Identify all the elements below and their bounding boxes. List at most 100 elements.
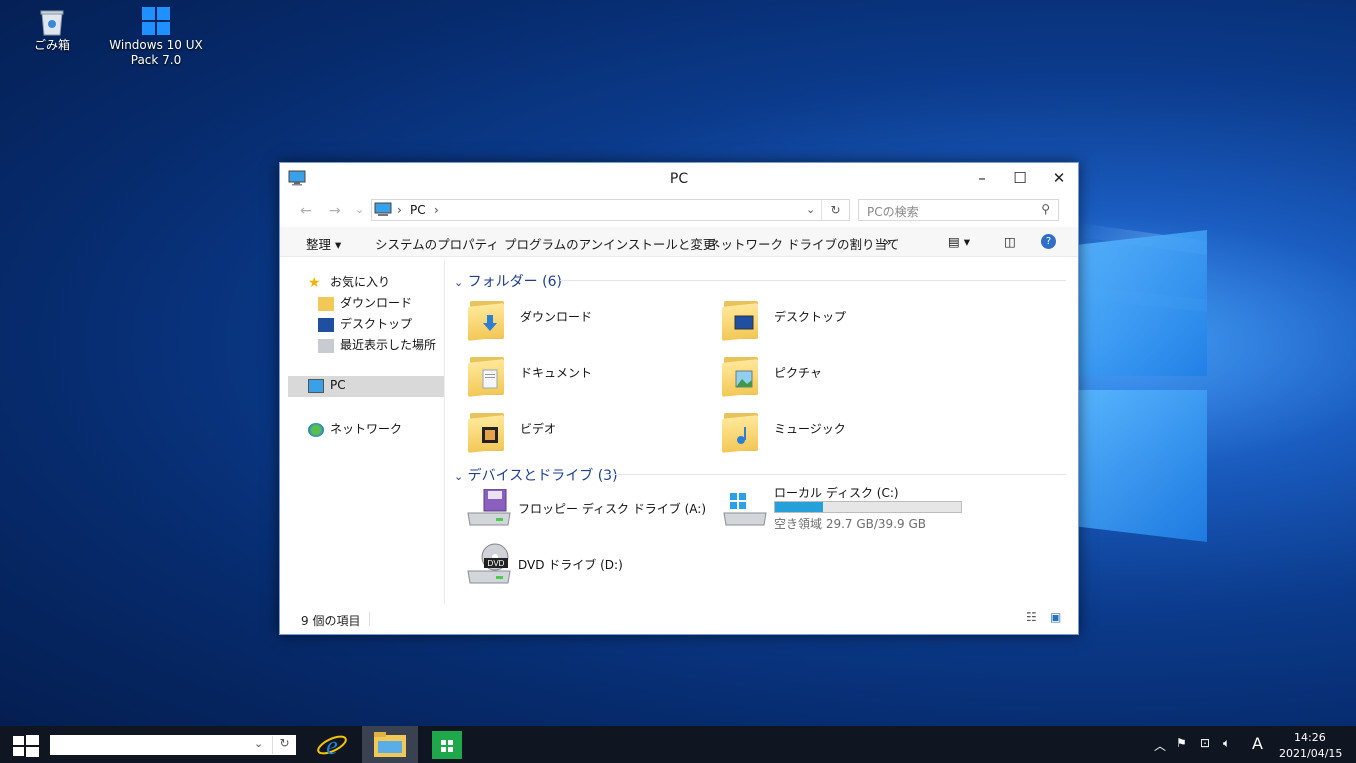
command-bar: 整理 ▾ システムのプロパティ プログラムのアンインストールと変更 ネットワーク… — [280, 227, 1078, 257]
uninstall-program-button[interactable]: プログラムのアンインストールと変更 — [504, 234, 715, 253]
internet-explorer-icon[interactable]: e — [315, 728, 349, 761]
drive-floppy-label: フロッピー ディスク ドライブ (A:) — [518, 502, 707, 516]
drive-dvd-label: DVD ドライブ (D:) — [518, 558, 623, 572]
folders-group-header[interactable]: ⌄ フォルダー (6) — [454, 271, 562, 291]
search-icon: ⚲ — [1041, 202, 1050, 216]
volume-icon[interactable]: 🔈︎ — [1223, 736, 1230, 751]
more-commands-button[interactable]: » — [884, 234, 892, 249]
folder-pictures-label: ピクチャ — [774, 366, 822, 380]
minimize-button[interactable]: – — [964, 167, 1000, 189]
forward-button[interactable]: → — [329, 203, 341, 219]
drive-local-c[interactable]: ローカル ディスク (C:) 空き領域 29.7 GB/39.9 GB — [722, 485, 972, 533]
folder-documents-label: ドキュメント — [520, 366, 593, 380]
start-button[interactable] — [13, 735, 39, 760]
address-separator-2[interactable]: › — [434, 203, 439, 217]
drives-group-header[interactable]: ⌄ デバイスとドライブ (3) — [454, 465, 618, 485]
details-view-icon[interactable]: ☷ — [1026, 610, 1037, 624]
drive-free-space: 空き領域 29.7 GB/39.9 GB — [774, 517, 926, 531]
help-icon[interactable]: ? — [1041, 234, 1056, 249]
nav-pc[interactable]: PC — [308, 378, 346, 398]
recent-places-icon — [318, 338, 334, 353]
nav-downloads[interactable]: ダウンロード — [318, 294, 412, 314]
windows-logo-icon — [141, 6, 171, 36]
action-center-flag-icon[interactable]: ⚑ — [1176, 736, 1187, 750]
status-divider — [369, 612, 370, 626]
music-folder-icon — [722, 407, 762, 453]
clock-time[interactable]: 14:26 — [1294, 731, 1326, 744]
clock-date[interactable]: 2021/04/15 — [1279, 747, 1342, 760]
folders-group-divider — [560, 280, 1066, 281]
floppy-drive-icon — [467, 489, 511, 526]
nav-network[interactable]: ネットワーク — [308, 420, 402, 440]
desktop-folder-icon — [722, 295, 762, 341]
recycle-bin-icon — [39, 8, 65, 36]
drive-local-label: ローカル ディスク (C:) — [774, 486, 899, 500]
folder-music[interactable]: ミュージック — [722, 405, 952, 453]
organize-menu[interactable]: 整理 ▾ — [306, 234, 341, 253]
status-bar: 9 個の項目 ☷ ▣ — [280, 602, 1078, 634]
ime-indicator[interactable]: A — [1252, 734, 1263, 753]
drive-usage-fill — [775, 502, 823, 512]
close-button[interactable]: ✕ — [1041, 167, 1077, 189]
win10ux-label-line2: Pack 7.0 — [130, 53, 182, 67]
drive-floppy[interactable]: フロッピー ディスク ドライブ (A:) — [466, 485, 706, 533]
search-input[interactable]: PCの検索 ⚲ — [858, 199, 1059, 221]
documents-folder-icon — [468, 351, 508, 397]
recycle-bin-shortcut[interactable]: ごみ箱 — [0, 8, 107, 53]
nav-desktop[interactable]: デスクトップ — [318, 315, 412, 335]
chevron-down-icon: ⌄ — [454, 276, 464, 289]
folders-group-label: フォルダー (6) — [467, 274, 562, 290]
map-network-drive-button[interactable]: ネットワーク ドライブの割り当て — [708, 234, 899, 253]
wallpaper-logo-top — [1079, 230, 1207, 376]
search-dropdown-icon[interactable]: ⌄ — [254, 737, 263, 750]
drives-group-divider — [604, 474, 1066, 475]
nav-recent-label: 最近表示した場所 — [340, 338, 437, 352]
address-separator: › — [397, 203, 402, 217]
nav-downloads-label: ダウンロード — [340, 296, 413, 310]
local-disk-icon — [723, 493, 767, 526]
folder-documents[interactable]: ドキュメント — [468, 349, 698, 397]
pc-icon — [308, 378, 324, 393]
network-status-icon[interactable]: ⊡ — [1200, 736, 1210, 750]
recent-locations-button[interactable]: ⌄ — [355, 203, 364, 216]
pictures-folder-icon — [722, 351, 762, 397]
nav-recent[interactable]: 最近表示した場所 — [318, 336, 436, 356]
desktop-folder-icon — [318, 317, 334, 332]
folder-videos[interactable]: ビデオ — [468, 405, 698, 453]
back-button[interactable]: ← — [300, 203, 312, 219]
nav-favorites[interactable]: ★ お気に入り — [308, 273, 390, 293]
nav-desktop-label: デスクトップ — [340, 317, 413, 331]
drive-dvd[interactable]: DVD DVD ドライブ (D:) — [466, 541, 706, 589]
change-view-icon[interactable]: ▤ ▾ — [948, 234, 970, 249]
navigation-pane: ★ お気に入り ダウンロード デスクトップ 最近表示した場所 PC ネットワーク — [280, 259, 445, 604]
folder-music-label: ミュージック — [774, 422, 846, 436]
nav-network-label: ネットワーク — [330, 422, 403, 436]
drive-usage-bar — [774, 501, 962, 513]
show-hidden-icons-icon[interactable]: ︿ — [1154, 737, 1166, 754]
breadcrumb-pc[interactable]: PC — [410, 203, 426, 217]
preview-pane-icon[interactable]: ◫ — [1004, 234, 1016, 249]
taskbar-search-input[interactable]: ⌄ ↻ — [50, 735, 296, 755]
large-icons-view-icon[interactable]: ▣ — [1050, 610, 1061, 624]
win10ux-shortcut[interactable]: Windows 10 UX Pack 7.0 — [101, 6, 211, 68]
store-icon[interactable] — [432, 731, 462, 759]
refresh-icon[interactable]: ↻ — [821, 200, 849, 220]
address-dropdown-icon[interactable]: ⌄ — [806, 203, 815, 216]
folder-desktop-label: デスクトップ — [774, 310, 847, 324]
folder-downloads[interactable]: ダウンロード — [468, 293, 698, 341]
folder-desktop[interactable]: デスクトップ — [722, 293, 952, 341]
recycle-bin-label: ごみ箱 — [33, 38, 70, 52]
star-icon: ★ — [308, 274, 321, 291]
address-bar[interactable]: › PC › ⌄ ↻ — [371, 199, 850, 221]
svg-text:e: e — [326, 731, 338, 760]
file-explorer-taskbar-button[interactable] — [362, 726, 418, 763]
maximize-button[interactable]: ☐ — [1002, 167, 1038, 189]
explorer-window: PC – ☐ ✕ ← → ⌄ › PC › ⌄ ↻ PCの検索 ⚲ 整理 ▾ シ… — [279, 162, 1079, 635]
search-refresh-icon[interactable]: ↻ — [272, 736, 296, 754]
system-properties-button[interactable]: システムのプロパティ — [375, 234, 499, 253]
downloads-folder-icon — [318, 296, 334, 311]
folder-pictures[interactable]: ピクチャ — [722, 349, 952, 397]
dvd-badge: DVD — [488, 559, 505, 568]
window-title: PC — [669, 171, 689, 187]
title-bar[interactable]: PC – ☐ ✕ — [280, 163, 1078, 193]
